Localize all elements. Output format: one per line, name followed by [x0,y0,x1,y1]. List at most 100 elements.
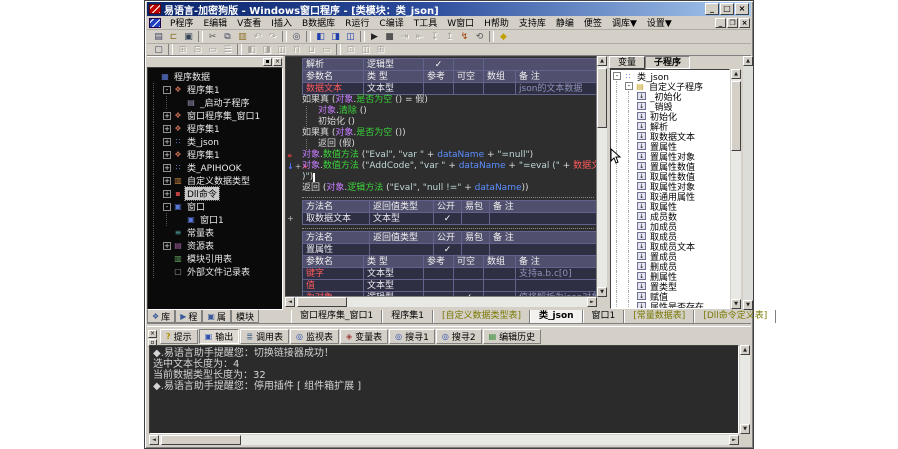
menu-item[interactable]: C编译 [374,15,408,30]
bottom-panel-tab[interactable]: ◎搜寻1 [389,329,435,344]
scrollbar-thumb[interactable] [161,435,241,445]
menu-item[interactable]: P程序 [165,15,198,30]
editor-table-cell[interactable] [484,82,516,95]
cut-button[interactable]: ✂ [205,31,220,43]
document-tab[interactable]: 窗口程序集_窗口1 [291,310,382,323]
tree-item[interactable]: -▣窗口 [150,200,282,213]
menu-item[interactable]: B数据库 [297,15,340,30]
mdi-close-button[interactable]: × [739,18,750,28]
copy-button[interactable]: ⧉ [220,31,235,43]
bottom-panel-tab[interactable]: ≣调用表 [240,329,289,344]
code-editor[interactable]: 解析逻辑型✓参数名类 型参考可空数组备 注数据文本文本型json的文本数据如果真… [285,56,597,297]
tree-expander[interactable]: - [613,72,621,80]
bottom-panel-tab[interactable]: ▣输出 [199,329,240,344]
new-button[interactable]: ▤ [151,31,166,43]
document-tab[interactable]: [自定义数据类型表] [433,310,530,323]
document-tab[interactable]: 窗口1 [583,310,625,323]
menu-item[interactable]: E编辑 [198,15,232,30]
bottom-panel-tab[interactable]: ◈变量表 [340,329,388,344]
stop-button[interactable]: ■ [382,31,397,43]
form-designer-button[interactable]: ▢ [151,44,166,56]
center-horizontal-button[interactable]: ▭ [319,44,334,56]
grid-button[interactable]: ⊞ [373,44,388,56]
space-across-button[interactable]: ⊓ [289,44,304,56]
step-out-button[interactable]: ⇤ [412,31,427,43]
run-to-cursor-button[interactable]: ↥ [442,31,457,43]
tree-expander[interactable]: + [163,138,171,146]
menu-item[interactable]: R运行 [340,15,374,30]
minimize-button[interactable]: _ [705,3,719,15]
document-tab[interactable]: 程序集1 [382,310,433,323]
subroutine-tree[interactable]: -∷类_json-▤自定义子程序↓_初始化↓_销毁↓初始化↓解析↓取数据文本↓置… [610,69,730,309]
tree-item[interactable]: -❖程序集1 [150,83,282,96]
scroll-down-icon[interactable]: ▼ [743,300,753,310]
undo-button[interactable]: ↶ [250,31,265,43]
scroll-up-icon[interactable]: ▲ [731,69,741,79]
tree-item[interactable]: +∷类_APIHOOK [150,161,282,174]
scroll-up-icon[interactable]: ▲ [740,345,750,355]
tree-item[interactable]: +❖窗口程序集_窗口1 [150,109,282,122]
panel-mini-tab[interactable]: ▶程 [175,310,202,323]
tab-subroutines[interactable]: 子程序 [645,56,690,69]
tree-item[interactable]: ▣窗口1 [150,213,282,226]
menu-item[interactable]: 便签 [579,15,607,30]
layout-split-button[interactable]: ◫ [343,31,358,43]
project-tree[interactable]: ▦程序数据-❖程序集1▤_启动子程序+❖窗口程序集_窗口1+❖程序集1+∷类_j… [147,67,283,310]
tree-expander[interactable]: + [163,164,171,172]
helper-plugin-button[interactable]: ◆ [496,31,511,43]
scroll-up-icon[interactable]: ▲ [597,56,607,66]
tree-item[interactable]: +▪Dll命令 [150,187,282,200]
align-top-button[interactable]: ▭ [205,44,220,56]
redo-button[interactable]: ↷ [265,31,280,43]
menu-item[interactable]: H帮助 [479,15,514,30]
scroll-down-icon[interactable]: ▼ [731,299,741,309]
align-bottom-button[interactable]: ☰ [220,44,235,56]
paste-button[interactable]: ▥ [235,31,250,43]
menu-item[interactable]: 设置▼ [642,15,677,30]
tree-item[interactable]: ▤_启动子程序 [150,96,282,109]
tree-item[interactable]: +▥自定义数据类型 [150,174,282,187]
member-item[interactable]: ↓属性是否存在 [613,301,729,309]
editor-table-cell[interactable] [490,212,597,225]
scrollbar-thumb[interactable] [731,81,741,151]
member-item[interactable]: ↓置类型 [613,281,729,291]
editor-vertical-scrollbar[interactable]: ▲ ▼ [597,56,607,297]
panel-mini-tab[interactable]: ❖库 [147,310,175,323]
scroll-down-icon[interactable]: ▼ [597,287,607,297]
run-button[interactable]: ▶ [367,31,382,43]
tree-expander[interactable]: - [163,203,171,211]
output-horizontal-scrollbar[interactable]: ◄ ► [149,435,739,445]
members-vertical-scrollbar[interactable]: ▲ ▼ [731,69,741,309]
menu-item[interactable]: 静编 [551,15,579,30]
editor-table-cell[interactable]: ✓ [434,212,462,225]
tree-expander[interactable]: + [163,242,171,250]
panel-grip[interactable]: ▪× [147,56,283,66]
save-button[interactable]: ▣ [181,31,196,43]
breakpoint-button[interactable]: ↯ [457,31,472,43]
editor-table-cell[interactable]: 取数据文本 [302,212,370,225]
bottom-panel-tab[interactable]: ◎搜寻2 [436,329,482,344]
bottom-panel-tab[interactable]: ?提示 [160,329,198,344]
tree-item[interactable]: +▤资源表 [150,239,282,252]
step-into-button[interactable]: ⇥ [397,31,412,43]
output-vertical-scrollbar[interactable]: ▲ ▼ [740,345,750,434]
close-button[interactable]: × [735,3,749,15]
tree-expander[interactable]: + [163,190,171,198]
code-line[interactable]: ↓+»对象.数值方法 ("AddCode", "var " + dataName… [286,161,596,172]
editor-table-cell[interactable] [424,82,454,95]
mdi-restore-button[interactable]: ❐ [727,18,738,28]
editor-horizontal-scrollbar[interactable]: ◄ ► [285,297,597,307]
menu-item[interactable]: 支持库 [514,15,551,30]
bottom-panel-tab[interactable]: ◎监视表 [290,329,339,344]
output-log[interactable]: ◆.易语言助手提醒您：切换链接器成功！选中文本长度为：4当前数据类型长度为：32… [149,345,739,434]
tree-expander[interactable]: + [163,177,171,185]
code-line[interactable]: 对象.清除 () [286,106,596,117]
tree-item[interactable]: ≡常量表 [150,226,282,239]
document-tab[interactable]: 类_json [530,310,583,323]
editor-table-cell[interactable]: 数据文本 [302,82,364,95]
menu-item[interactable]: T工具 [409,15,443,30]
tree-expander[interactable]: + [163,125,171,133]
menu-item[interactable]: V查看 [232,15,266,30]
member-item[interactable]: ↓初始化 [613,111,729,121]
maximize-button[interactable]: □ [720,3,734,15]
